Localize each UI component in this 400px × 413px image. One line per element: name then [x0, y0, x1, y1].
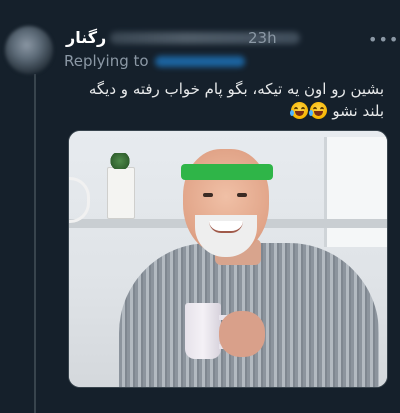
mention-blurred[interactable] [154, 56, 245, 67]
image-eye-right [237, 193, 247, 197]
laughing-tears-emoji-icon [289, 102, 308, 119]
thread-line [34, 74, 36, 413]
replying-to: Replying to [64, 52, 245, 70]
tweet-text: بشین رو اون یه تیکه، بگو پام خواب رفته و… [66, 78, 384, 122]
image-plant-pot [107, 167, 135, 219]
replying-to-label: Replying to [64, 52, 149, 70]
image-hand [219, 311, 265, 357]
image-mug [185, 303, 221, 359]
laughing-tears-emoji-icon [308, 102, 327, 119]
image-headband [181, 164, 273, 180]
image-eye-left [203, 193, 213, 197]
tweet-body: بشین رو اون یه تیکه، بگو پام خواب رفته و… [88, 80, 384, 120]
tweet-header: رگنار 23h ••• [64, 28, 398, 49]
author-name[interactable]: رگنار [66, 28, 106, 47]
tweet-timestamp[interactable]: 23h [248, 29, 277, 47]
image-window [324, 137, 387, 247]
more-dots-icon[interactable]: ••• [368, 30, 399, 49]
avatar[interactable] [5, 26, 53, 74]
tweet-image[interactable] [68, 130, 388, 388]
image-plant [109, 153, 131, 169]
